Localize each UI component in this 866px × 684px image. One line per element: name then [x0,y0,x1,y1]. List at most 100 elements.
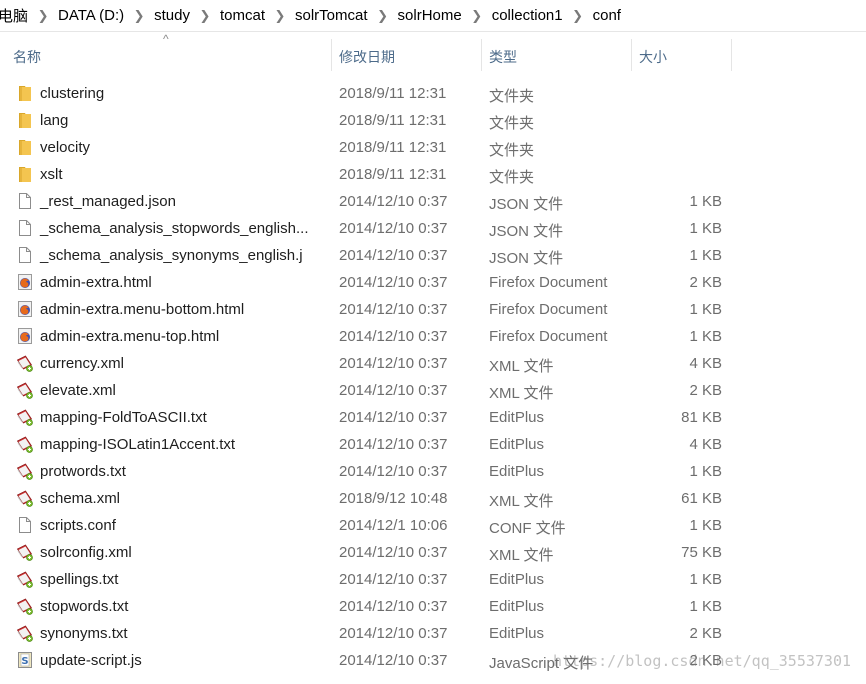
file-row[interactable]: velocity 2018/9/11 12:31 文件夹 [0,134,866,161]
chevron-right-icon[interactable]: ❯ [268,8,292,24]
file-row[interactable]: admin-extra.menu-bottom.html 2014/12/10 0… [0,296,866,323]
file-name: _rest_managed.json [40,193,176,210]
file-row[interactable]: spellings.txt 2014/12/10 0:37 EditPlus 1 KB [0,566,866,593]
editplus-icon [16,354,34,372]
column-divider[interactable] [631,39,632,71]
address-bar[interactable]: 电脑 ❯ DATA (D:) ❯ study ❯ tomcat ❯ solrTomcat… [0,0,866,32]
folder-icon [16,165,34,183]
file-type: EditPlus [489,571,545,588]
column-header-name[interactable]: 名称 [13,47,41,67]
file-row[interactable]: mapping-ISOLatin1Accent.txt 2014/12/10 0:… [0,431,866,458]
file-row[interactable]: mapping-FoldToASCII.txt 2014/12/10 0:37 Ed… [0,404,866,431]
file-name: admin-extra.menu-bottom.html [40,301,245,318]
column-divider[interactable] [331,39,332,71]
column-divider[interactable] [481,39,482,71]
file-size: 2 KB [689,382,722,399]
file-row[interactable]: _schema_analysis_stopwords_english... 201… [0,215,866,242]
file-type: EditPlus [489,463,545,480]
breadcrumb-label[interactable]: tomcat [217,7,268,24]
breadcrumb-item[interactable]: ❯ tomcat [193,0,268,31]
breadcrumb-item[interactable]: ❯ solrTomcat [268,0,371,31]
column-header-date[interactable]: 修改日期 [339,47,395,67]
breadcrumb-label[interactable]: solrTomcat [292,7,371,24]
breadcrumb-item[interactable]: ❯ solrHome [371,0,465,31]
breadcrumb-label[interactable]: solrHome [395,7,465,24]
editplus-icon [16,570,34,588]
file-type: EditPlus [489,436,545,453]
file-size: 1 KB [689,571,722,588]
file-row[interactable]: elevate.xml 2014/12/10 0:37 XML 文件 2 KB [0,377,866,404]
file-name: mapping-ISOLatin1Accent.txt [40,436,236,453]
file-name: stopwords.txt [40,598,129,615]
file-type: Firefox Document [489,274,608,291]
breadcrumb-label[interactable]: study [151,7,193,24]
chevron-right-icon[interactable]: ❯ [465,8,489,24]
file-modified-date: 2014/12/10 0:37 [339,355,448,372]
breadcrumb-label[interactable]: conf [590,7,624,24]
file-modified-date: 2014/12/10 0:37 [339,544,448,561]
file-size: 2 KB [689,652,722,669]
file-row[interactable]: scripts.conf 2014/12/1 10:06 CONF 文件 1 KB [0,512,866,539]
file-modified-date: 2018/9/12 10:48 [339,490,448,507]
column-header-bar: ^ 名称 修改日期 类型 大小 [0,33,866,73]
chevron-right-icon[interactable]: ❯ [127,8,151,24]
file-size: 4 KB [689,355,722,372]
chevron-right-icon[interactable]: ❯ [193,8,217,24]
file-modified-date: 2014/12/10 0:37 [339,247,448,264]
column-header-type[interactable]: 类型 [489,47,517,67]
file-row[interactable]: _schema_analysis_synonyms_english.j 2014/… [0,242,866,269]
breadcrumb-item[interactable]: ❯ conf [566,0,624,31]
file-modified-date: 2014/12/10 0:37 [339,625,448,642]
file-modified-date: 2014/12/1 10:06 [339,517,448,534]
breadcrumb-item[interactable]: ❯ collection1 [465,0,566,31]
file-row[interactable]: admin-extra.menu-top.html 2014/12/10 0:37… [0,323,866,350]
file-type: 文件夹 [489,142,535,159]
file-modified-date: 2014/12/10 0:37 [339,652,448,669]
file-modified-date: 2018/9/11 12:31 [339,85,447,102]
file-row[interactable]: clustering 2018/9/11 12:31 文件夹 [0,80,866,107]
chevron-right-icon[interactable]: ❯ [31,8,55,24]
file-size: 1 KB [689,598,722,615]
file-row[interactable]: lang 2018/9/11 12:31 文件夹 [0,107,866,134]
file-row[interactable]: _rest_managed.json 2014/12/10 0:37 JSON 文件… [0,188,866,215]
file-size: 1 KB [689,247,722,264]
file-size: 61 KB [681,490,722,507]
javascript-file-icon: S [16,651,34,669]
file-type: 文件夹 [489,169,535,186]
file-modified-date: 2014/12/10 0:37 [339,463,448,480]
editplus-icon [16,381,34,399]
column-divider[interactable] [731,39,732,71]
breadcrumb-label[interactable]: collection1 [489,7,566,24]
file-size: 2 KB [689,274,722,291]
column-header-size[interactable]: 大小 [639,47,667,67]
file-modified-date: 2014/12/10 0:37 [339,382,448,399]
file-size: 1 KB [689,301,722,318]
file-row[interactable]: xslt 2018/9/11 12:31 文件夹 [0,161,866,188]
file-row[interactable]: schema.xml 2018/9/12 10:48 XML 文件 61 KB [0,485,866,512]
chevron-right-icon[interactable]: ❯ [566,8,590,24]
breadcrumb-item[interactable]: ❯ study [127,0,193,31]
document-icon [16,516,34,534]
file-row[interactable]: admin-extra.html 2014/12/10 0:37 Firefox D… [0,269,866,296]
editplus-icon [16,489,34,507]
file-row[interactable]: protwords.txt 2014/12/10 0:37 EditPlus 1 KB [0,458,866,485]
file-list: clustering 2018/9/11 12:31 文件夹 lang 2018/9/1… [0,80,866,674]
file-type: JSON 文件 [489,250,564,267]
file-name: clustering [40,85,105,102]
file-name: mapping-FoldToASCII.txt [40,409,207,426]
breadcrumb-item[interactable]: ❯ DATA (D:) [31,0,127,31]
file-row[interactable]: synonyms.txt 2014/12/10 0:37 EditPlus 2 KB [0,620,866,647]
file-type: JSON 文件 [489,223,564,240]
file-row[interactable]: solrconfig.xml 2014/12/10 0:37 XML 文件 75 KB [0,539,866,566]
chevron-right-icon[interactable]: ❯ [371,8,395,24]
file-modified-date: 2018/9/11 12:31 [339,139,447,156]
file-modified-date: 2018/9/11 12:31 [339,166,447,183]
file-type: XML 文件 [489,547,554,564]
file-row[interactable]: stopwords.txt 2014/12/10 0:37 EditPlus 1 KB [0,593,866,620]
file-row[interactable]: currency.xml 2014/12/10 0:37 XML 文件 4 KB [0,350,866,377]
breadcrumb-label[interactable]: 电脑 [0,5,31,26]
breadcrumb-label[interactable]: DATA (D:) [55,7,127,24]
file-modified-date: 2014/12/10 0:37 [339,436,448,453]
file-row[interactable]: Supdate-script.js 2014/12/10 0:37 JavaScri… [0,647,866,674]
breadcrumb-item[interactable]: 电脑 [0,0,31,31]
